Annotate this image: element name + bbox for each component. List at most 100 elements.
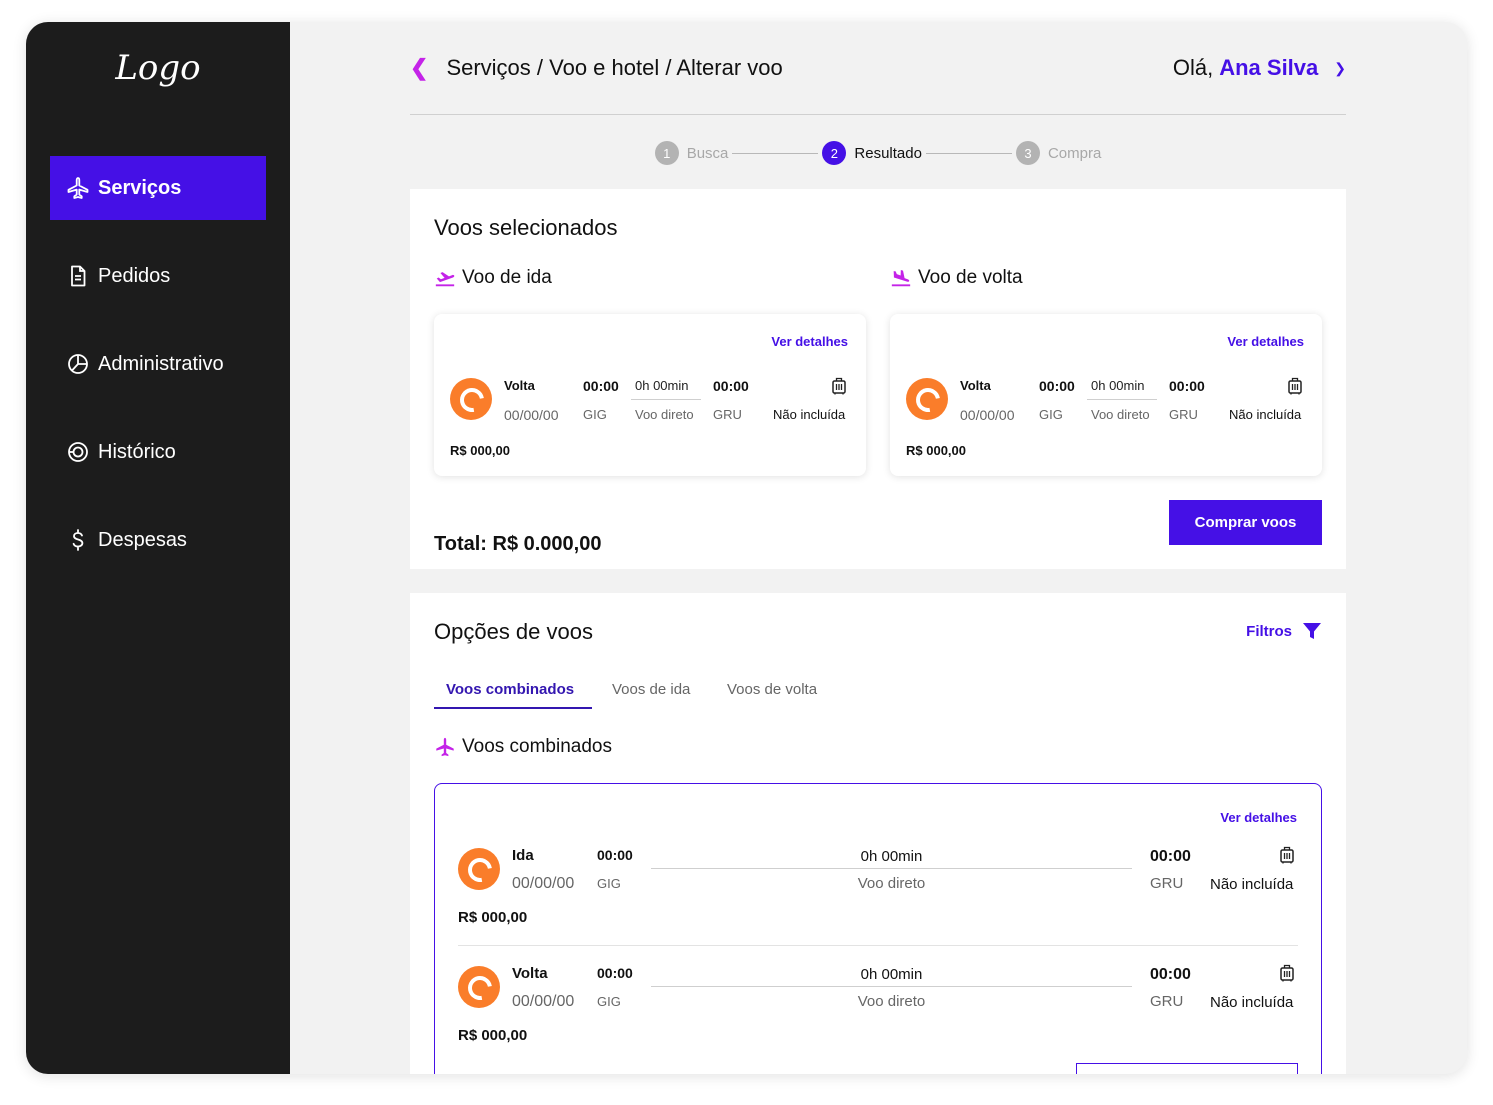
tab-voos-de-volta[interactable]: Voos de volta [727, 681, 817, 698]
flight-options-panel: Opções de voos Filtros Voos combinados V… [410, 593, 1346, 1074]
sidebar-item-label: Despesas [98, 528, 187, 551]
flight-date: 00/00/00 [960, 407, 1015, 423]
flight-duration: 0h 00min [635, 378, 689, 393]
step-busca[interactable]: 1 Busca [654, 141, 728, 165]
airline-logo [458, 848, 500, 890]
departure-airport: GIG [597, 876, 621, 891]
baggage-status: Não incluída [773, 407, 846, 422]
combined-heading: Voos combinados [434, 736, 612, 758]
selected-flight-card-return: Ver detalhes Volta 00/00/00 00:00 GIG 0h… [890, 314, 1322, 476]
stepper: 1 Busca 2 Resultado 3 Compra [410, 140, 1346, 166]
step-resultado[interactable]: 2 Resultado [822, 141, 922, 165]
sidebar-item-administrativo[interactable]: Administrativo [50, 332, 266, 396]
header-divider [410, 114, 1346, 115]
history-icon [68, 442, 88, 462]
user-name: Ana Silva [1219, 55, 1319, 80]
buy-flights-button[interactable]: Comprar voos [1169, 500, 1322, 545]
arrival-time: 00:00 [1169, 378, 1205, 394]
airline-logo [450, 378, 492, 420]
logo[interactable]: Logo [26, 48, 290, 88]
flight-type: Voo direto [635, 407, 694, 422]
selected-flights-panel: Voos selecionados Voo de ida Voo de volt… [410, 189, 1346, 569]
flight-date: 00/00/00 [504, 407, 559, 423]
topbar: ❮ Serviços / Voo e hotel / Alterar voo O… [410, 48, 1346, 88]
landing-icon [891, 270, 911, 287]
return-heading: Voo de volta [890, 267, 1023, 289]
flight-options-title: Opções de voos [434, 619, 593, 644]
breadcrumb-text: Serviços / Voo e hotel / Alterar voo [446, 55, 783, 80]
arrival-airport: GRU [1169, 407, 1198, 422]
step-connector [925, 152, 1012, 154]
airplane-icon [436, 737, 454, 757]
luggage-icon [832, 377, 846, 395]
tab-voos-de-ida[interactable]: Voos de ida [612, 681, 690, 698]
duration-line [651, 986, 1132, 987]
main-content: ❮ Serviços / Voo e hotel / Alterar voo O… [290, 22, 1467, 1074]
sidebar-item-pedidos[interactable]: Pedidos [50, 244, 266, 308]
flight-duration: 0h 00min [1091, 378, 1145, 393]
combined-title: Voos combinados [462, 736, 612, 757]
arrival-airport: GRU [1150, 993, 1184, 1010]
luggage-icon [1280, 846, 1294, 864]
flight-type: Voo direto [857, 875, 926, 892]
view-details-link[interactable]: Ver detalhes [771, 334, 848, 349]
departure-time: 00:00 [583, 378, 619, 394]
sidebar-item-despesas[interactable]: Despesas [50, 508, 266, 572]
arrival-airport: GRU [1150, 875, 1184, 892]
sidebar-item-label: Serviços [98, 176, 182, 199]
tab-voos-combinados[interactable]: Voos combinados [446, 681, 574, 698]
combined-flight-card[interactable]: Ver detalhes Ida 00/00/00 00:00 GIG 0h 0… [434, 783, 1322, 1074]
return-title: Voo de volta [918, 267, 1023, 288]
view-details-link[interactable]: Ver detalhes [1220, 810, 1297, 825]
step-label: Resultado [854, 144, 922, 162]
departure-airport: GIG [583, 407, 607, 422]
view-details-link[interactable]: Ver detalhes [1227, 334, 1304, 349]
flight-date: 00/00/00 [512, 875, 575, 892]
user-menu[interactable]: Olá, Ana Silva ❯ [1173, 55, 1346, 81]
step-label: Compra [1047, 144, 1102, 162]
step-compra[interactable]: 3 Compra [1015, 141, 1102, 165]
greeting: Olá, [1172, 55, 1214, 80]
leg-label: Volta [512, 965, 548, 982]
breadcrumb: ❮ Serviços / Voo e hotel / Alterar voo [410, 55, 783, 81]
duration-line [1087, 399, 1157, 400]
leg-label: Ida [512, 847, 534, 864]
sidebar-item-historico[interactable]: Histórico [50, 420, 266, 484]
flight-type: Voo direto [857, 993, 926, 1010]
arrival-time: 00:00 [1150, 966, 1191, 983]
flight-price: R$ 000,00 [458, 1027, 528, 1044]
airline-logo [906, 378, 948, 420]
luggage-icon [1280, 964, 1294, 982]
outbound-heading: Voo de ida [434, 267, 552, 289]
back-arrow-icon[interactable]: ❮ [410, 55, 428, 81]
dollar-icon [72, 529, 84, 551]
baggage-status: Não incluída [1229, 407, 1302, 422]
arrival-time: 00:00 [1150, 848, 1191, 865]
step-connector [732, 152, 819, 154]
sidebar-item-label: Pedidos [98, 264, 171, 287]
sidebar-item-label: Histórico [98, 440, 176, 463]
leg-label: Volta [504, 378, 535, 393]
step-number: 2 [822, 141, 847, 165]
select-flight-button[interactable] [1076, 1063, 1298, 1074]
filter-icon [1303, 623, 1321, 639]
chevron-down-icon[interactable]: ❯ [1334, 60, 1346, 77]
flight-price: R$ 000,00 [458, 909, 528, 926]
flight-duration: 0h 00min [860, 966, 923, 983]
flight-price: R$ 000,00 [450, 443, 510, 458]
app-window: Logo Serviços Pedidos Administrativo His… [26, 22, 1467, 1074]
flight-duration: 0h 00min [860, 848, 923, 865]
flight-type: Voo direto [1091, 407, 1150, 422]
selected-flights-title: Voos selecionados [434, 215, 618, 240]
flight-date: 00/00/00 [512, 993, 575, 1010]
leg-label: Volta [960, 378, 991, 393]
arrival-time: 00:00 [713, 378, 749, 394]
departure-time: 00:00 [1039, 378, 1075, 394]
sidebar-item-label: Administrativo [98, 352, 224, 375]
step-number: 3 [1015, 141, 1040, 165]
departure-airport: GIG [597, 994, 621, 1009]
departure-airport: GIG [1039, 407, 1063, 422]
filters-button[interactable]: Filtros [1246, 621, 1322, 641]
total-price: Total: R$ 0.000,00 [434, 533, 602, 555]
sidebar-item-servicos[interactable]: Serviços [50, 156, 266, 220]
